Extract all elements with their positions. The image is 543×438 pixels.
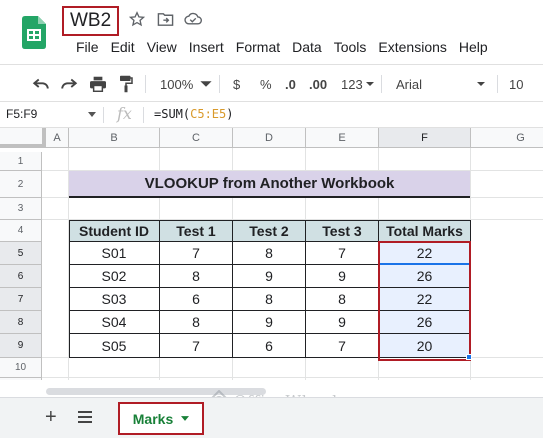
column-header-f[interactable]: F	[379, 128, 471, 148]
formula-bar: F5:F9 fx =SUM(C5:E5)	[0, 102, 543, 128]
table-cell[interactable]: 8	[233, 288, 306, 311]
total-marks-cell[interactable]: 26	[379, 311, 471, 334]
menu-data[interactable]: Data	[286, 38, 328, 56]
column-header-e[interactable]: E	[306, 128, 379, 148]
menu-view[interactable]: View	[141, 38, 183, 56]
table-cell[interactable]: 7	[160, 242, 233, 265]
move-folder-icon[interactable]	[156, 10, 174, 28]
table-cell[interactable]: 6	[160, 288, 233, 311]
table-header-test-1[interactable]: Test 1	[160, 220, 233, 242]
total-marks-cell[interactable]: 22	[379, 288, 471, 311]
table-cell[interactable]: S03	[69, 288, 160, 311]
menu-file[interactable]: File	[70, 38, 105, 56]
table-cell[interactable]: 8	[160, 265, 233, 288]
decrease-decimal-button[interactable]: .0	[285, 73, 296, 95]
row-header-1[interactable]: 1	[0, 152, 42, 171]
table-header-student-id[interactable]: Student ID	[69, 220, 160, 242]
table-cell[interactable]: 7	[160, 334, 233, 358]
row-header-9[interactable]: 9	[0, 334, 42, 358]
column-header-b[interactable]: B	[69, 128, 160, 148]
font-family-select[interactable]: Arial	[396, 73, 486, 95]
font-size-input[interactable]: 10	[509, 73, 523, 95]
formula-suffix: )	[226, 107, 234, 121]
fx-icon: fx	[117, 104, 132, 123]
table-header-test-3[interactable]: Test 3	[306, 220, 379, 242]
name-box[interactable]: F5:F9	[6, 107, 37, 121]
table-cell[interactable]: S01	[69, 242, 160, 265]
sheet-tab-marks[interactable]: Marks	[118, 402, 204, 435]
currency-format-button[interactable]: $	[233, 73, 240, 95]
column-header-a[interactable]: A	[46, 128, 69, 148]
total-marks-cell[interactable]: 26	[379, 265, 471, 288]
star-icon[interactable]	[128, 10, 146, 28]
cloud-status-icon[interactable]	[184, 10, 202, 28]
redo-icon[interactable]	[60, 73, 78, 95]
table-cell[interactable]: S02	[69, 265, 160, 288]
table-cell[interactable]: S05	[69, 334, 160, 358]
zoom-value: 100%	[160, 76, 194, 92]
table-cell[interactable]: 9	[233, 311, 306, 334]
toolbar: 100% $ % .0 .00 123 Arial 10	[0, 64, 543, 102]
more-formats-select[interactable]: 123	[341, 73, 375, 95]
table-cell[interactable]: 8	[306, 288, 379, 311]
app-header: WB2 File Edit View Insert Format Data To…	[0, 0, 543, 64]
menu-extensions[interactable]: Extensions	[372, 38, 452, 56]
table-cell[interactable]: 8	[233, 242, 306, 265]
row-header-3[interactable]: 3	[0, 198, 42, 220]
menu-help[interactable]: Help	[453, 38, 494, 56]
spreadsheet-grid[interactable]: A B C D E F G 1 2 3 4 5 6 7 8 9 10 11 VL…	[0, 128, 543, 380]
print-icon[interactable]	[89, 73, 107, 95]
sheets-logo-icon[interactable]	[22, 16, 46, 49]
row-header-11[interactable]: 11	[0, 378, 42, 380]
paint-format-icon[interactable]	[119, 73, 133, 95]
table-header-test-2[interactable]: Test 2	[233, 220, 306, 242]
row-header-7[interactable]: 7	[0, 288, 42, 311]
formula-range-ref: C5:E5	[190, 107, 227, 121]
row-header-4[interactable]: 4	[0, 220, 42, 242]
column-header-c[interactable]: C	[160, 128, 233, 148]
menu-tools[interactable]: Tools	[328, 38, 373, 56]
sheet-tab-bar: + Marks	[0, 397, 543, 438]
menu-insert[interactable]: Insert	[183, 38, 230, 56]
row-header-10[interactable]: 10	[0, 358, 42, 378]
table-cell[interactable]: 7	[306, 334, 379, 358]
total-marks-cell[interactable]: 22	[379, 242, 471, 265]
table-header-total-marks[interactable]: Total Marks	[379, 220, 471, 242]
formula-input[interactable]: =SUM(C5:E5)	[154, 107, 233, 121]
table-cell[interactable]: 9	[306, 265, 379, 288]
total-marks-cell[interactable]: 20	[379, 334, 471, 358]
menu-format[interactable]: Format	[230, 38, 286, 56]
font-family-value: Arial	[396, 76, 423, 92]
row-header-6[interactable]: 6	[0, 265, 42, 288]
document-title[interactable]: WB2	[62, 6, 120, 36]
column-header-d[interactable]: D	[233, 128, 306, 148]
table-cell[interactable]: 9	[233, 265, 306, 288]
table-cell[interactable]: 8	[160, 311, 233, 334]
sheet-tab-label: Marks	[132, 410, 174, 427]
menu-edit[interactable]: Edit	[105, 38, 141, 56]
table-cell[interactable]: 9	[306, 311, 379, 334]
sheet-banner-title[interactable]: VLOOKUP from Another Workbook	[69, 171, 470, 198]
all-sheets-menu-icon[interactable]	[78, 411, 92, 423]
select-all-corner[interactable]	[0, 128, 46, 148]
zoom-select[interactable]: 100%	[160, 73, 213, 95]
name-box-dropdown-icon[interactable]	[88, 112, 96, 117]
table-cell[interactable]: 7	[306, 242, 379, 265]
menu-bar: File Edit View Insert Format Data Tools …	[70, 38, 494, 56]
undo-icon[interactable]	[32, 73, 50, 95]
increase-decimal-button[interactable]: .00	[309, 73, 327, 95]
sheet-tab-menu-icon[interactable]	[181, 416, 190, 421]
row-header-8[interactable]: 8	[0, 311, 42, 334]
fill-handle[interactable]	[466, 354, 472, 360]
table-cell[interactable]: S04	[69, 311, 160, 334]
percent-format-button[interactable]: %	[260, 73, 272, 95]
add-sheet-button[interactable]: +	[45, 406, 57, 429]
row-header-5[interactable]: 5	[0, 242, 42, 265]
formula-prefix: =SUM(	[154, 107, 191, 121]
row-header-2[interactable]: 2	[0, 171, 42, 198]
column-header-g[interactable]: G	[471, 128, 543, 148]
table-cell[interactable]: 6	[233, 334, 306, 358]
more-formats-label: 123	[341, 76, 363, 92]
title-actions	[128, 10, 202, 28]
